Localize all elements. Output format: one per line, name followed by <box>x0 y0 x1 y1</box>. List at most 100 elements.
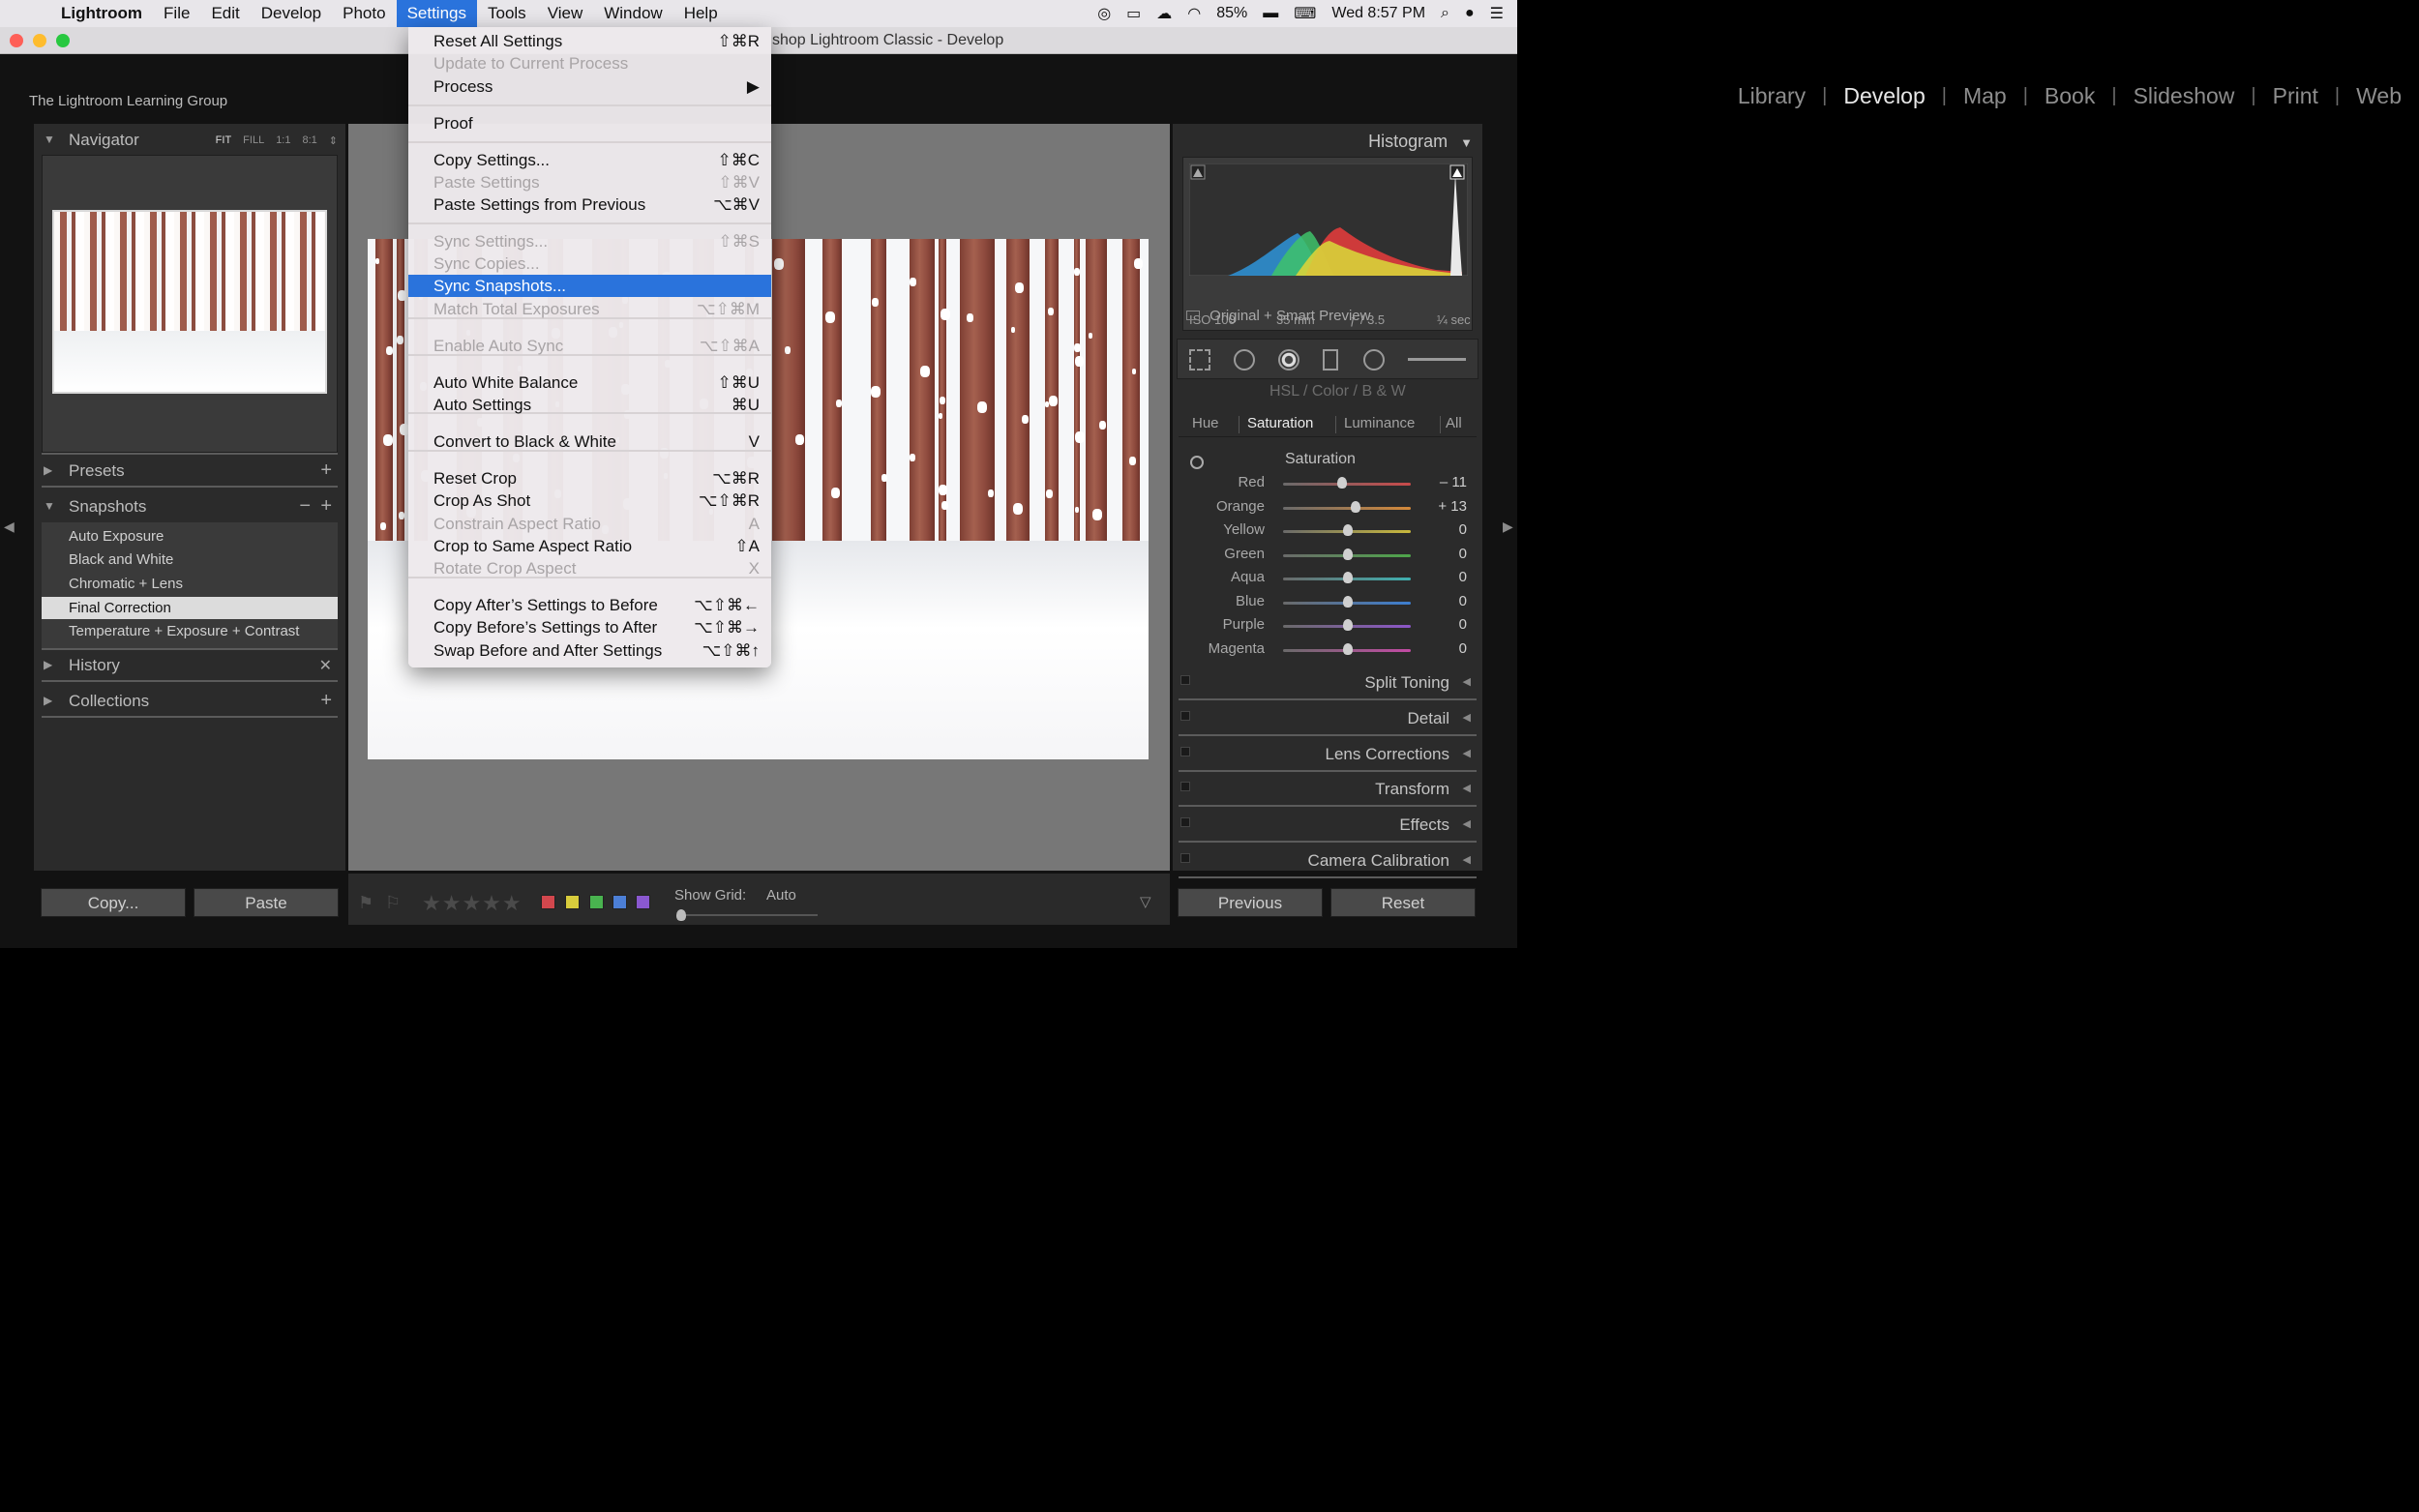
slider-knob[interactable] <box>1343 642 1353 655</box>
color-label-yellow[interactable] <box>565 895 580 909</box>
menu-item[interactable]: Proof <box>408 112 771 134</box>
histogram-header[interactable]: Histogram ▼ <box>1368 132 1473 152</box>
targeted-adjustment-icon[interactable] <box>1190 456 1204 469</box>
slider-knob[interactable] <box>1343 619 1353 631</box>
left-panel-toggle-icon[interactable]: ◀ <box>4 519 15 535</box>
module-slideshow[interactable]: Slideshow <box>2132 83 2237 109</box>
graduated-filter-icon[interactable] <box>1323 349 1338 371</box>
histogram[interactable]: ISO 100 35 mm ƒ / 3.5 ¼ sec <box>1182 157 1473 331</box>
smart-preview-status[interactable]: Original + Smart Preview <box>1186 308 1370 324</box>
panel-section-header[interactable]: Lens Corrections ◀ <box>1179 739 1477 772</box>
menu-file[interactable]: File <box>153 0 200 27</box>
panel-switch-icon[interactable] <box>1180 675 1190 685</box>
tab-saturation[interactable]: Saturation <box>1247 415 1313 431</box>
color-label-purple[interactable] <box>636 895 650 909</box>
menu-view[interactable]: View <box>537 0 594 27</box>
slider-knob[interactable] <box>1343 524 1353 536</box>
spot-removal-tool-icon[interactable] <box>1234 349 1255 371</box>
menu-develop[interactable]: Develop <box>251 0 332 27</box>
tab-luminance[interactable]: Luminance <box>1344 415 1415 431</box>
menu-item[interactable]: Auto White Balance ⇧⌘U <box>408 371 771 394</box>
color-label-blue[interactable] <box>612 895 627 909</box>
panel-section-header[interactable]: Effects ◀ <box>1179 810 1477 844</box>
list-item[interactable]: Black and White <box>42 548 338 571</box>
collections-header[interactable]: ▶ Collections + <box>34 687 345 716</box>
previous-button[interactable]: Previous <box>1178 888 1323 917</box>
panel-switch-icon[interactable] <box>1180 853 1190 863</box>
menu-item[interactable]: Auto Settings ⌘U <box>408 394 771 416</box>
history-header[interactable]: ▶ History ✕ <box>34 651 345 680</box>
slider-value[interactable]: + 13 <box>1438 498 1467 515</box>
menu-item[interactable]: Convert to Black & White V <box>408 430 771 453</box>
navigator-thumbnail[interactable] <box>52 210 327 394</box>
snapshots-header[interactable]: ▼ Snapshots − + <box>34 492 345 521</box>
cloud-upload-icon[interactable]: ☁ <box>1156 4 1172 23</box>
close-window-button[interactable] <box>10 34 23 47</box>
list-item[interactable]: Auto Exposure <box>42 525 338 548</box>
menu-settings[interactable]: Settings <box>396 0 477 27</box>
slider-value[interactable]: 0 <box>1459 593 1467 609</box>
presets-header[interactable]: ▶ Presets + <box>34 457 345 486</box>
add-snapshot-icon[interactable]: + <box>320 495 332 518</box>
siri-icon[interactable]: ● <box>1465 5 1475 22</box>
menu-tools[interactable]: Tools <box>477 0 537 27</box>
battery-icon[interactable]: ▬ <box>1263 5 1278 22</box>
module-library[interactable]: Library <box>1736 83 1807 109</box>
slider-value[interactable]: 0 <box>1459 616 1467 633</box>
module-book[interactable]: Book <box>2043 83 2097 109</box>
slider-knob[interactable] <box>1351 500 1360 513</box>
navigator-header[interactable]: ▼ Navigator FIT FILL 1:1 8:1 ⇕ <box>34 126 345 155</box>
menu-item[interactable]: Copy After’s Settings to Before ⌥⇧⌘← <box>408 594 771 616</box>
toolbar-content-menu-icon[interactable]: ▽ <box>1140 893 1151 910</box>
slider-value[interactable]: – 11 <box>1440 474 1467 490</box>
grid-size-slider-knob[interactable] <box>676 909 686 921</box>
menu-lightroom[interactable]: Lightroom <box>50 0 153 27</box>
panel-section-header[interactable]: Split Toning ◀ <box>1179 667 1477 700</box>
panel-switch-icon[interactable] <box>1180 710 1190 721</box>
menu-window[interactable]: Window <box>593 0 672 27</box>
menu-item[interactable]: Paste Settings from Previous ⌥⌘V <box>408 193 771 216</box>
color-label-red[interactable] <box>541 895 555 909</box>
menu-item[interactable]: Sync Snapshots... <box>408 275 771 297</box>
screen-icon[interactable]: ▭ <box>1126 4 1141 23</box>
add-collection-icon[interactable]: + <box>320 690 332 712</box>
module-print[interactable]: Print <box>2271 83 2320 109</box>
radial-filter-icon[interactable] <box>1363 349 1385 371</box>
slider-knob[interactable] <box>1337 477 1347 489</box>
panel-section-header[interactable]: Camera Calibration ◀ <box>1179 845 1477 878</box>
menu-item[interactable]: Reset Crop ⌥⌘R <box>408 467 771 489</box>
right-panel-toggle-icon[interactable]: ▶ <box>1503 519 1513 535</box>
menu-item[interactable]: Reset All Settings ⇧⌘R <box>408 30 771 52</box>
menu-help[interactable]: Help <box>673 0 729 27</box>
menu-item[interactable]: Process ▶ <box>408 75 771 98</box>
slider-track[interactable] <box>1283 506 1411 510</box>
menu-item[interactable]: Swap Before and After Settings ⌥⇧⌘↑ <box>408 639 771 662</box>
crop-tool-icon[interactable] <box>1189 349 1210 371</box>
copy-settings-button[interactable]: Copy... <box>41 888 186 917</box>
panel-switch-icon[interactable] <box>1180 746 1190 756</box>
navigator-preview[interactable] <box>42 155 338 453</box>
menu-item[interactable]: Copy Settings... ⇧⌘C <box>408 149 771 171</box>
grid-size-slider[interactable] <box>682 914 818 916</box>
notification-center-icon[interactable]: ☰ <box>1490 4 1504 23</box>
menu-item[interactable]: Copy Before’s Settings to After ⌥⇧⌘→ <box>408 616 771 638</box>
remove-snapshot-icon[interactable]: − <box>299 495 311 518</box>
keyboard-icon[interactable]: ⌨ <box>1294 4 1316 23</box>
list-item[interactable]: Temperature + Exposure + Contrast <box>42 620 338 642</box>
wifi-icon[interactable]: ◠ <box>1187 4 1201 23</box>
red-eye-tool-icon[interactable] <box>1278 349 1299 371</box>
menubar-clock[interactable]: Wed 8:57 PM <box>1331 5 1425 22</box>
slider-value[interactable]: 0 <box>1459 546 1467 562</box>
zoom-1-1[interactable]: 1:1 <box>276 134 290 147</box>
tab-all[interactable]: All <box>1446 415 1462 431</box>
panel-section-header[interactable]: Detail ◀ <box>1179 703 1477 736</box>
menu-item[interactable]: Crop As Shot ⌥⇧⌘R <box>408 489 771 512</box>
paste-settings-button[interactable]: Paste <box>194 888 339 917</box>
menu-item[interactable]: Crop to Same Aspect Ratio ⇧A <box>408 535 771 557</box>
creative-cloud-icon[interactable]: ◎ <box>1097 4 1111 23</box>
menu-edit[interactable]: Edit <box>200 0 250 27</box>
reject-flag-icon[interactable]: ⚐ <box>385 893 401 913</box>
module-map[interactable]: Map <box>1961 83 2009 109</box>
module-develop[interactable]: Develop <box>1841 83 1926 109</box>
panel-switch-icon[interactable] <box>1180 817 1190 828</box>
